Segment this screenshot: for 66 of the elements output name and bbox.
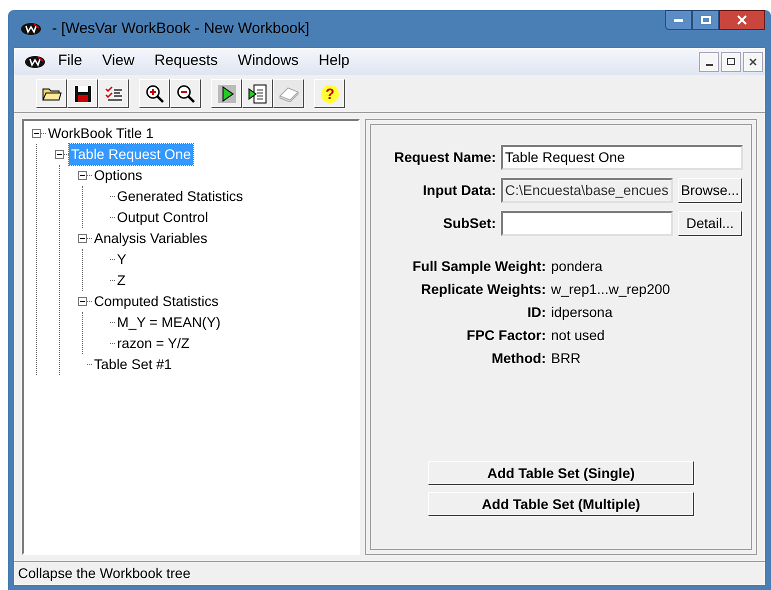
book-icon: [278, 86, 300, 102]
toolbar-button[interactable]: [67, 79, 98, 108]
menu-item[interactable]: View: [94, 50, 142, 73]
status-bar: Collapse the Workbook tree: [14, 561, 765, 585]
restore-icon[interactable]: [721, 52, 741, 72]
collapse-icon[interactable]: [55, 150, 64, 159]
info-label: Method:: [490, 349, 546, 368]
browse-button[interactable]: Detail...: [678, 211, 742, 236]
info-label: ID:: [526, 303, 546, 322]
tree-item[interactable]: WorkBook Title 1: [46, 123, 156, 144]
collapse-icon[interactable]: [32, 129, 41, 138]
tree-item[interactable]: Options: [92, 165, 144, 186]
close-icon: [737, 15, 747, 25]
info-label: Replicate Weights:: [420, 280, 546, 299]
checklist-icon: [104, 84, 122, 102]
info-value: idpersona: [551, 303, 614, 322]
zoom-in-icon: [144, 84, 164, 104]
window-title: - [WesVar WorkBook - New Workbook]: [52, 18, 310, 39]
field-label: SubSet:: [442, 214, 496, 233]
tree-item[interactable]: Computed Statistics: [92, 291, 220, 312]
collapse-icon[interactable]: [78, 171, 87, 180]
info-value: pondera: [551, 257, 604, 276]
tree-item[interactable]: Analysis Variables: [92, 228, 210, 249]
folder-icon: [42, 86, 62, 102]
toolbar-button[interactable]: [98, 79, 129, 108]
zoom-out-icon: [176, 84, 196, 104]
tree-item[interactable]: Output Control: [115, 207, 210, 228]
info-value: BRR: [551, 349, 582, 368]
close-button[interactable]: [719, 10, 765, 30]
menu-item[interactable]: Requests: [146, 50, 226, 73]
help-icon: ?: [320, 84, 340, 104]
info-label: Full Sample Weight:: [411, 257, 546, 276]
add-table-set-button[interactable]: Add Table Set (Multiple): [428, 492, 694, 516]
minimize-icon[interactable]: [699, 52, 719, 72]
app-logo-icon: [24, 54, 46, 68]
menu-item[interactable]: File: [50, 50, 90, 73]
field-label: Input Data:: [422, 181, 496, 200]
menu-item[interactable]: Windows: [230, 50, 307, 73]
text-field[interactable]: [501, 211, 673, 236]
app-logo-icon: [20, 22, 42, 36]
play-icon: [218, 84, 236, 102]
minimize-button[interactable]: [665, 10, 692, 30]
maximize-button[interactable]: [692, 10, 719, 30]
info-label: FPC Factor:: [466, 326, 546, 345]
toolbar-button[interactable]: [139, 79, 170, 108]
tree-item[interactable]: Z: [115, 270, 128, 291]
toolbar-button[interactable]: [36, 79, 67, 108]
close-icon[interactable]: [743, 52, 763, 72]
menu-item[interactable]: Help: [310, 50, 358, 73]
collapse-icon[interactable]: [78, 297, 87, 306]
info-value: w_rep1...w_rep200: [551, 280, 672, 299]
tree-item[interactable]: M_Y = MEAN(Y): [115, 312, 223, 333]
tree-item[interactable]: razon = Y/Z: [115, 333, 192, 354]
toolbar-button[interactable]: ?: [314, 79, 345, 108]
text-field[interactable]: Table Request One: [501, 145, 743, 170]
add-table-set-button[interactable]: Add Table Set (Single): [428, 461, 694, 485]
toolbar-button[interactable]: [170, 79, 201, 108]
tree-item[interactable]: Generated Statistics: [115, 186, 246, 207]
document-arrow-icon: [248, 84, 268, 104]
toolbar-button[interactable]: [242, 79, 273, 108]
tree-item[interactable]: Table Set #1: [92, 354, 174, 375]
info-value: not used: [551, 326, 606, 345]
field-label: Request Name:: [393, 148, 496, 167]
tree-item[interactable]: Y: [115, 249, 128, 270]
collapse-icon[interactable]: [78, 234, 87, 243]
toolbar-button[interactable]: [211, 79, 242, 108]
